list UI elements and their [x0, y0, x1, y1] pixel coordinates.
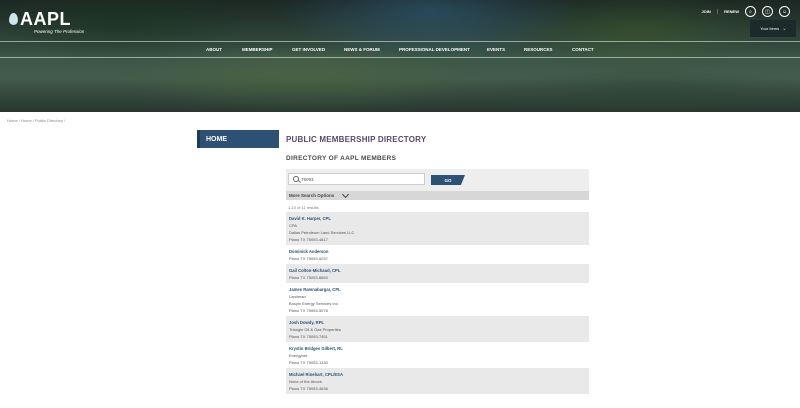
- member-detail: Plano TX 75093-5078: [289, 308, 328, 313]
- list-item: David K. Harper, CPL CPA Dallas Petroleum …: [286, 212, 589, 245]
- member-name-link[interactable]: Michael Rinehart, CPL/ESA: [289, 371, 586, 378]
- search-input[interactable]: 75093: [288, 173, 425, 185]
- sidebar-item-home[interactable]: HOME: [197, 130, 279, 148]
- member-detail: CPA: [289, 223, 297, 228]
- nav-news-forum[interactable]: NEWS & FORUM: [344, 47, 380, 52]
- member-detail: None of the Above: [289, 379, 322, 384]
- utility-bar: JOIN | RENEW ⌕ ◫ ☺: [701, 6, 790, 17]
- user-icon[interactable]: ☺: [779, 6, 790, 17]
- main-nav: ABOUT MEMBERSHIP GET INVOLVED NEWS & FOR…: [0, 41, 800, 58]
- chevron-down-icon: [341, 190, 350, 199]
- search-icon: [293, 176, 299, 182]
- list-item: Gail Colton-Michaud, CPL Plano TX 75093-6…: [286, 264, 589, 283]
- drop-icon: [9, 13, 18, 25]
- nav-events[interactable]: EVENTS: [487, 47, 505, 52]
- search-icon[interactable]: ⌕: [745, 6, 756, 17]
- member-detail: Bosyin Energy Services Inc.: [289, 301, 339, 306]
- member-name-link[interactable]: Krystin Bridges Gilbert, RL: [289, 345, 586, 352]
- more-search-label: More Search Options: [289, 193, 335, 198]
- page-title: PUBLIC MEMBERSHIP DIRECTORY: [286, 135, 427, 144]
- member-detail: Plano TX 75093-6037: [289, 256, 328, 261]
- logo-tagline: Powering The Profession: [34, 29, 85, 34]
- member-detail: Plano TX 75093-1330: [289, 360, 328, 365]
- basket-icon: ⌣: [783, 26, 786, 31]
- nav-get-involved[interactable]: GET INVOLVED: [292, 47, 325, 52]
- member-detail: Plano TX 75093-7451: [289, 334, 328, 339]
- join-link[interactable]: JOIN: [701, 9, 710, 14]
- results-count: 1-10 of 11 results: [288, 205, 319, 210]
- nav-resources[interactable]: RESOURCES: [524, 47, 553, 52]
- list-item: James Ramnabargar, CPL Landman Bosyin Ener…: [286, 283, 589, 316]
- section-title: DIRECTORY OF AAPL MEMBERS: [286, 155, 397, 162]
- member-detail: Plano TX 75093-4636: [289, 386, 328, 391]
- member-detail: Plano TX 75093-6850: [289, 275, 328, 280]
- brand-logo[interactable]: AAPL Powering The Profession: [9, 10, 84, 34]
- nav-membership[interactable]: MEMBERSHIP: [242, 47, 273, 52]
- logo-mark: AAPL: [9, 10, 84, 28]
- list-item: Dominick Anderson Plano TX 75093-6037: [286, 245, 589, 264]
- member-detail: Energynet: [289, 353, 308, 358]
- search-value: 75093: [301, 177, 314, 182]
- list-item: Michael Rinehart, CPL/ESA None of the Abo…: [286, 368, 589, 394]
- member-name-link[interactable]: Josh Dowdy, RPL: [289, 319, 586, 326]
- results-list: David K. Harper, CPL CPA Dallas Petroleum …: [286, 212, 589, 394]
- member-detail: Landman: [289, 294, 306, 299]
- list-item: Krystin Bridges Gilbert, RL Energynet Plan…: [286, 342, 589, 368]
- member-name-link[interactable]: Dominick Anderson: [289, 248, 586, 255]
- nav-professional-development[interactable]: PROFESSIONAL DEVELOPMENT: [399, 47, 470, 52]
- member-name-link[interactable]: David K. Harper, CPL: [289, 215, 586, 222]
- divider: |: [716, 8, 719, 15]
- member-name-link[interactable]: James Ramnabargar, CPL: [289, 286, 586, 293]
- nav-about[interactable]: ABOUT: [206, 47, 222, 52]
- go-button[interactable]: GO: [431, 175, 465, 185]
- renew-link[interactable]: RENEW: [724, 9, 739, 14]
- search-panel: 75093 GO: [286, 169, 589, 191]
- member-detail: Plano TX 75093-4817: [289, 237, 328, 242]
- nav-contact[interactable]: CONTACT: [572, 47, 594, 52]
- cart-icon[interactable]: ◫: [762, 6, 773, 17]
- logo-text: AAPL: [20, 9, 71, 29]
- list-item: Josh Dowdy, RPL Triangle Oil & Gas Proper…: [286, 316, 589, 342]
- member-name-link[interactable]: Gail Colton-Michaud, CPL: [289, 267, 586, 274]
- member-detail: Triangle Oil & Gas Properties: [289, 327, 341, 332]
- more-search-options[interactable]: More Search Options: [286, 190, 589, 200]
- cart-dropdown[interactable]: Your Items ⌣: [750, 20, 796, 37]
- cart-label: Your Items: [760, 26, 780, 31]
- breadcrumb[interactable]: Home / Home / Public Directory /: [7, 118, 65, 123]
- member-detail: Dallas Petroleum Land Services LLC: [289, 230, 355, 235]
